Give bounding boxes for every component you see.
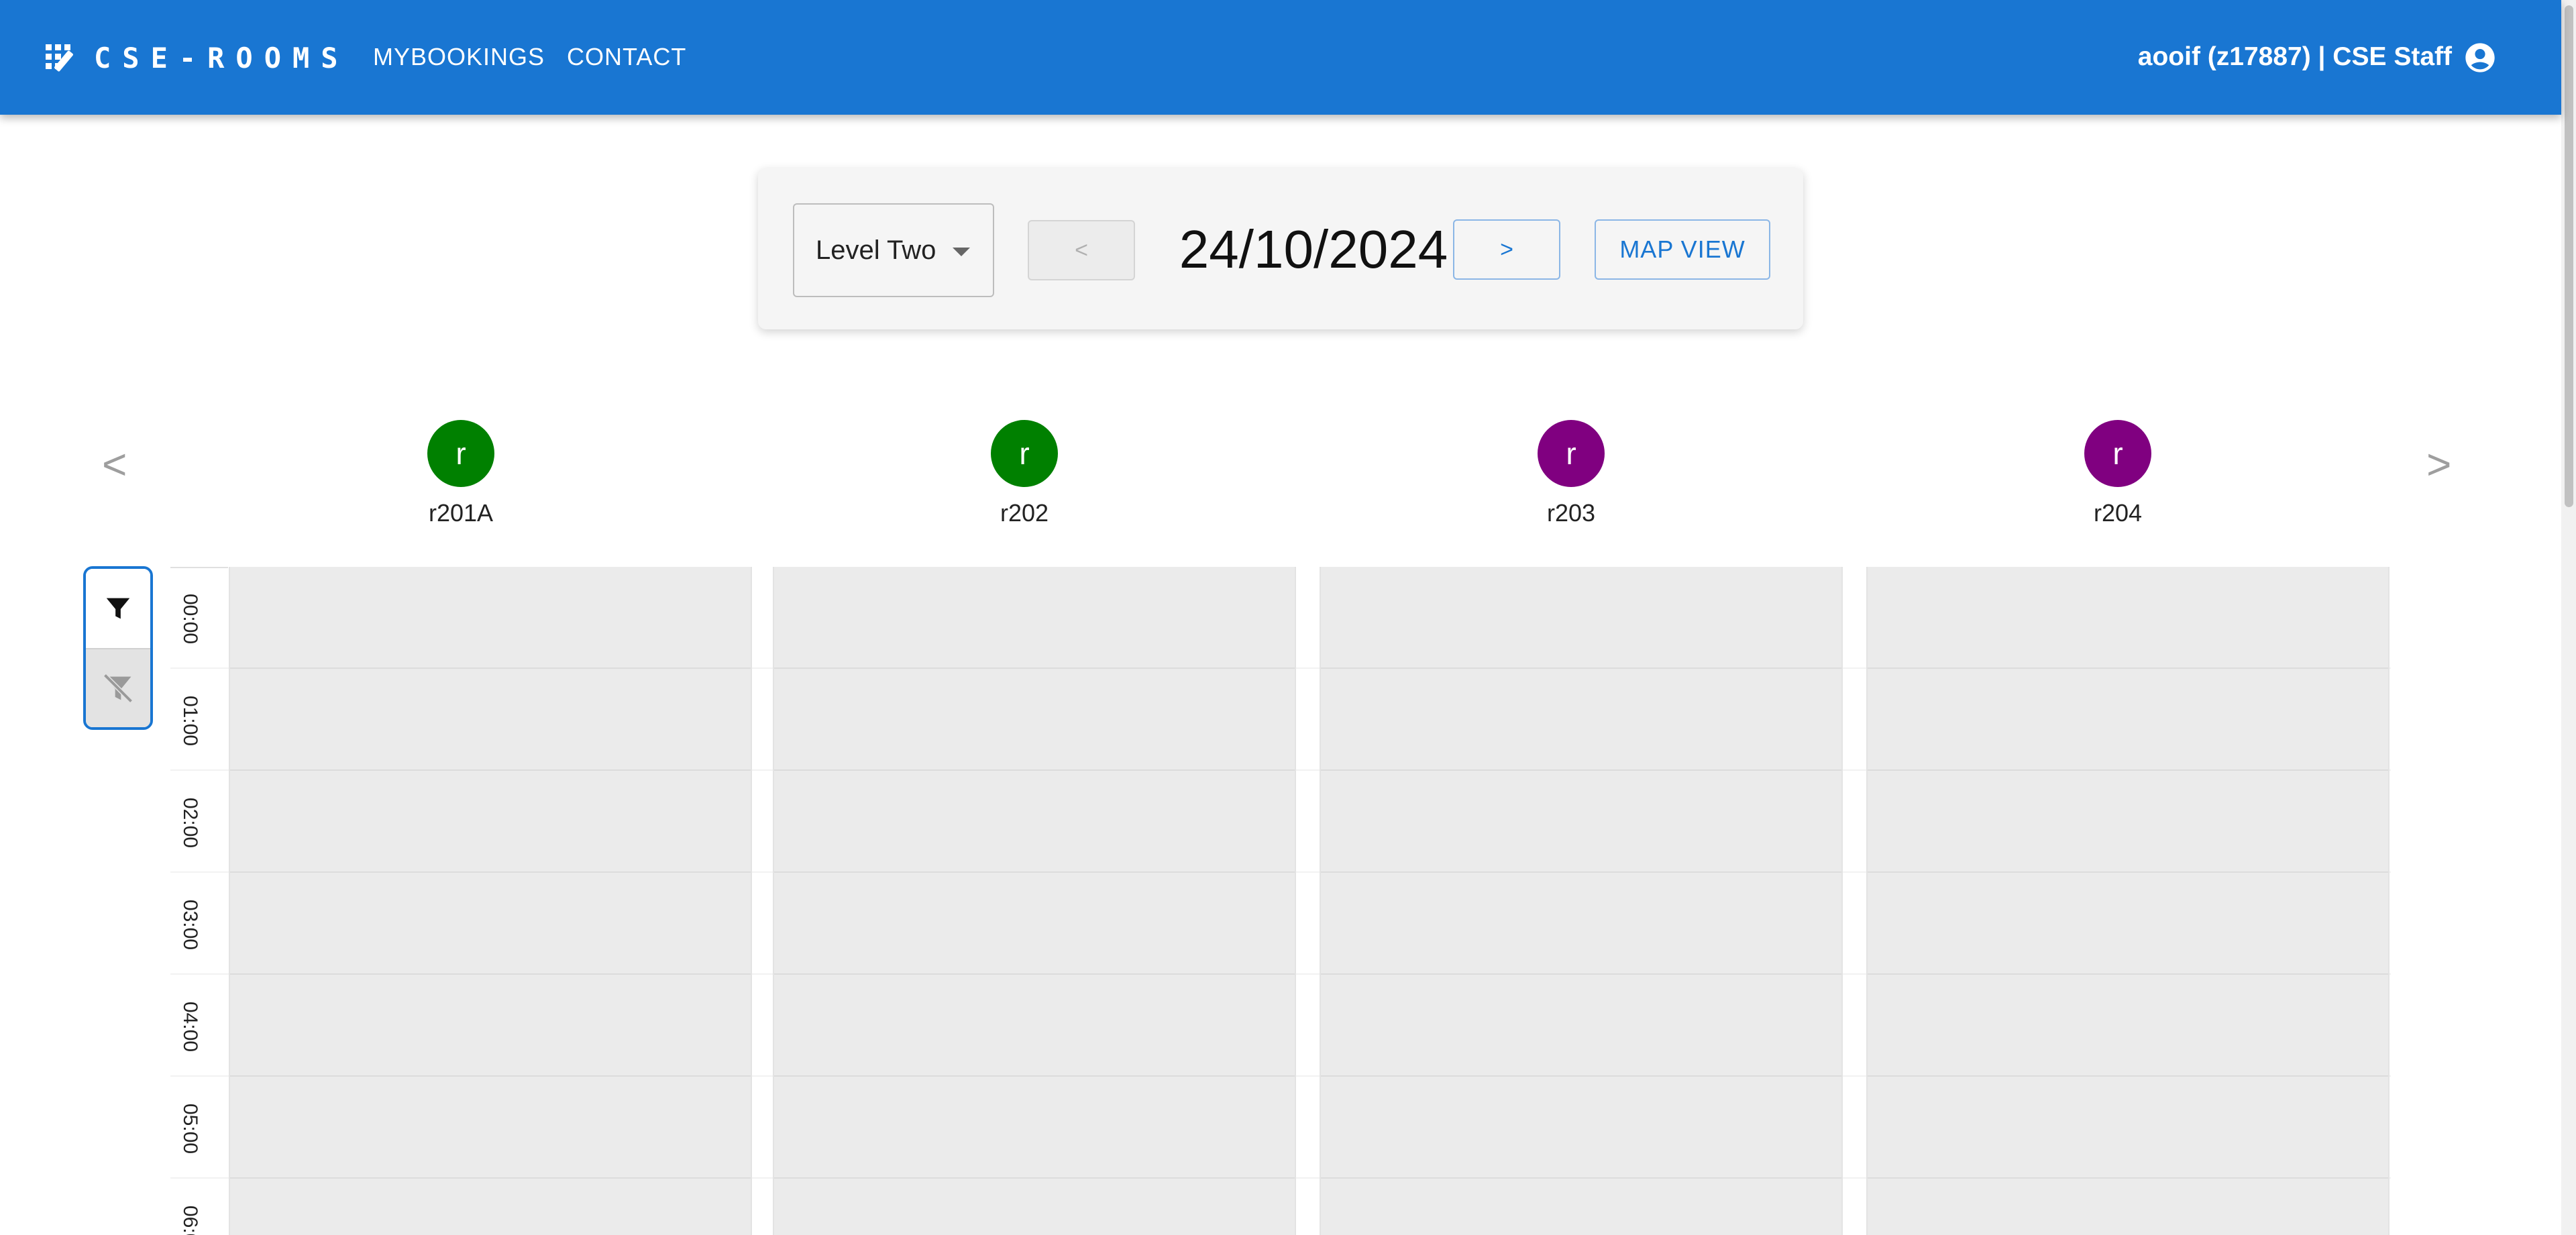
time-label: 05:00 bbox=[179, 1104, 201, 1155]
brand-logo-icon bbox=[44, 42, 76, 74]
filter-toggle-group bbox=[83, 566, 153, 730]
filter-off-icon bbox=[103, 674, 133, 703]
time-label: 03:00 bbox=[179, 900, 201, 951]
room-column-r203[interactable] bbox=[1320, 567, 1843, 1235]
time-axis: 00:00 01:00 02:00 03:00 04:00 05:00 06:0… bbox=[170, 567, 228, 1235]
time-label: 06:00 bbox=[179, 1205, 201, 1235]
level-select[interactable]: Level Two bbox=[793, 203, 994, 297]
time-label: 01:00 bbox=[179, 696, 201, 747]
user-info: aooif (z17887) | CSE Staff bbox=[2137, 42, 2452, 71]
nav-mybookings[interactable]: MYBOOKINGS bbox=[373, 43, 545, 71]
room-name: r201A bbox=[428, 499, 494, 527]
brand[interactable]: CSE-ROOMS bbox=[44, 39, 350, 76]
room-avatar: r bbox=[2084, 420, 2151, 487]
room-name: r203 bbox=[1546, 499, 1596, 527]
room-avatar: r bbox=[427, 420, 494, 487]
map-view-button[interactable]: MAP VIEW bbox=[1595, 219, 1770, 280]
previous-day-button[interactable]: < bbox=[1028, 220, 1135, 280]
clear-filter-button[interactable] bbox=[86, 648, 150, 727]
app-bar: CSE-ROOMS MYBOOKINGS CONTACT aooif (z178… bbox=[0, 0, 2561, 115]
room-name: r202 bbox=[1000, 499, 1049, 527]
level-select-value: Level Two bbox=[816, 235, 936, 265]
next-rooms-button[interactable]: > bbox=[2426, 439, 2451, 489]
page-scrollbar-thumb[interactable] bbox=[2565, 5, 2573, 507]
nav-contact[interactable]: CONTACT bbox=[567, 43, 686, 71]
time-label: 04:00 bbox=[179, 1002, 201, 1053]
filter-button[interactable] bbox=[86, 569, 150, 648]
filter-icon bbox=[106, 598, 130, 619]
next-day-button[interactable]: > bbox=[1453, 219, 1560, 280]
current-date: 24/10/2024 bbox=[1179, 219, 1448, 279]
time-label: 02:00 bbox=[179, 798, 201, 849]
previous-rooms-button[interactable]: < bbox=[102, 439, 127, 489]
room-header-r203[interactable]: r r203 bbox=[1470, 420, 1672, 527]
room-column-r204[interactable] bbox=[1866, 567, 2390, 1235]
room-avatar: r bbox=[1538, 420, 1605, 487]
account-circle-icon[interactable] bbox=[2463, 40, 2498, 75]
room-header-r202[interactable]: r r202 bbox=[924, 420, 1125, 527]
brand-name: CSE-ROOMS bbox=[94, 41, 350, 74]
room-name: r204 bbox=[2093, 499, 2143, 527]
time-label: 00:00 bbox=[179, 594, 201, 645]
caret-down-icon bbox=[953, 248, 970, 256]
room-header-r201a[interactable]: r r201A bbox=[360, 420, 561, 527]
room-avatar: r bbox=[991, 420, 1058, 487]
room-header-r204[interactable]: r r204 bbox=[2017, 420, 2218, 527]
room-column-r201a[interactable] bbox=[229, 567, 752, 1235]
date-toolbar: Level Two < 24/10/2024 > MAP VIEW bbox=[758, 168, 1803, 329]
room-column-r202[interactable] bbox=[773, 567, 1296, 1235]
